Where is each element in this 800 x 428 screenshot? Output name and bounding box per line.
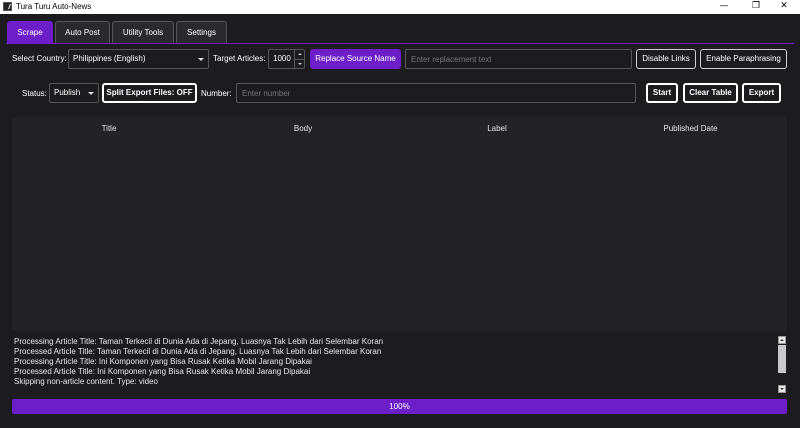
number-label: Number: (201, 89, 232, 98)
enable-paraphrasing-button[interactable]: Enable Paraphrasing (700, 49, 787, 69)
tab-auto-post[interactable]: Auto Post (55, 21, 110, 43)
chevron-down-icon (198, 58, 204, 61)
tab-settings[interactable]: Settings (176, 21, 227, 43)
spin-up-icon[interactable] (294, 50, 304, 59)
export-button[interactable]: Export (742, 83, 781, 103)
number-input[interactable] (236, 83, 636, 103)
column-header-published-date[interactable]: Published Date (594, 117, 787, 140)
split-export-files-button[interactable]: Split Export Files: OFF (102, 83, 197, 103)
clear-table-button[interactable]: Clear Table (683, 83, 738, 103)
progress-text: 100% (389, 402, 410, 411)
spin-down-icon[interactable] (294, 59, 304, 68)
replacement-text-input[interactable] (405, 49, 632, 69)
minimize-icon[interactable]: — (710, 0, 738, 14)
column-header-title[interactable]: Title (12, 117, 206, 140)
country-select[interactable]: Philippines (English) (68, 49, 209, 69)
target-articles-value: 1000 (273, 54, 291, 63)
start-button[interactable]: Start (646, 83, 678, 103)
scroll-down-icon[interactable] (778, 385, 786, 393)
app-icon (3, 2, 12, 11)
status-select-value: Publish (54, 88, 81, 97)
table-header: Title Body Label Published Date (12, 117, 787, 140)
status-label: Status: (22, 89, 47, 98)
log-line: Processed Article Title: Ini Komponen ya… (14, 367, 311, 376)
tab-scrape[interactable]: Scrape (7, 21, 53, 43)
log-scrollbar[interactable] (777, 335, 787, 395)
tab-underline (6, 43, 794, 44)
chevron-down-icon (88, 92, 94, 95)
title-bar: Tura Turu Auto-News — ❐ ✕ (0, 0, 800, 14)
log-line: Processing Article Title: Taman Terkecil… (14, 337, 384, 346)
column-header-label[interactable]: Label (400, 117, 594, 140)
scrollbar-thumb[interactable] (778, 345, 786, 373)
column-header-body[interactable]: Body (206, 117, 400, 140)
restore-icon[interactable]: ❐ (742, 0, 770, 14)
disable-links-button[interactable]: Disable Links (636, 49, 696, 69)
target-articles-spinbox[interactable]: 1000 (268, 49, 305, 69)
status-select[interactable]: Publish (49, 83, 99, 103)
log-output[interactable]: Processing Article Title: Taman Terkecil… (12, 335, 787, 395)
replace-source-name-button[interactable]: Replace Source Name (310, 49, 401, 69)
scroll-up-icon[interactable] (778, 336, 786, 344)
tab-utility-tools[interactable]: Utility Tools (112, 21, 174, 43)
window-title: Tura Turu Auto-News (16, 2, 92, 11)
log-line: Processing Article Title: Ini Komponen y… (14, 357, 312, 366)
progress-bar: 100% (12, 399, 787, 414)
country-select-value: Philippines (English) (73, 54, 146, 63)
country-label: Select Country: (12, 54, 67, 63)
close-icon[interactable]: ✕ (770, 0, 798, 14)
target-articles-label: Target Articles: (213, 54, 266, 63)
articles-table[interactable]: Title Body Label Published Date (12, 117, 787, 331)
log-line: Skipping non-article content. Type: vide… (14, 377, 158, 386)
log-line: Processed Article Title: Taman Terkecil … (14, 347, 382, 356)
